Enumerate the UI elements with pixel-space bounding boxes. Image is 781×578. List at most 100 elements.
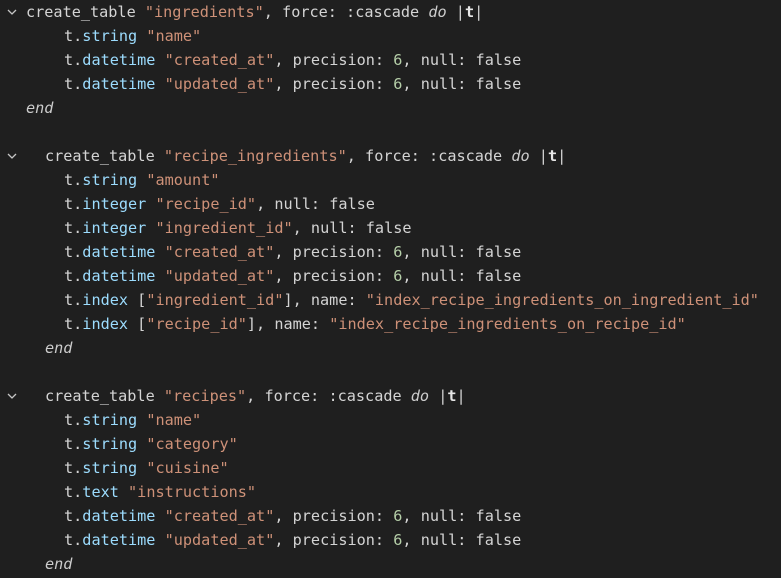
code-text: t.string "name" — [64, 408, 201, 432]
code-token: t — [447, 387, 457, 405]
code-token: null: false — [274, 195, 375, 213]
code-line[interactable]: t.string "name" — [0, 24, 781, 48]
code-line[interactable]: t.datetime "updated_at", precision: 6, n… — [0, 528, 781, 552]
code-line[interactable]: t.text "instructions" — [0, 480, 781, 504]
code-token: [ — [128, 291, 147, 309]
code-token: do — [410, 387, 430, 405]
code-token: null: false — [420, 75, 522, 93]
code-line[interactable]: create_table "recipes", force: :cascade … — [0, 384, 781, 408]
code-token: end — [45, 555, 73, 573]
code-token: string — [82, 411, 138, 429]
code-line[interactable]: t.string "category" — [0, 432, 781, 456]
code-token: end — [26, 99, 54, 117]
code-token: , — [274, 75, 293, 93]
code-line[interactable]: end — [0, 336, 781, 360]
code-line[interactable]: create_table "recipe_ingredients", force… — [0, 144, 781, 168]
code-token: t. — [64, 411, 83, 429]
code-token: "index_recipe_ingredients_on_ingredient_… — [365, 291, 759, 309]
code-line[interactable] — [0, 120, 781, 144]
code-line[interactable]: t.datetime "updated_at", precision: 6, n… — [0, 264, 781, 288]
code-token: , — [402, 243, 421, 261]
code-token: | — [456, 387, 466, 405]
code-token: , — [274, 51, 293, 69]
code-token: null: false — [420, 51, 522, 69]
code-token: | — [446, 3, 465, 21]
chevron-down-icon[interactable] — [6, 384, 18, 408]
code-editor[interactable]: create_table "ingredients", force: :casc… — [0, 0, 781, 578]
code-text: t.index ["ingredient_id"], name: "index_… — [64, 288, 759, 312]
code-line[interactable]: t.integer "recipe_id", null: false — [0, 192, 781, 216]
code-token: "ingredients" — [144, 3, 264, 21]
code-token: , — [274, 267, 293, 285]
code-token: "ingredient_id" — [146, 291, 284, 309]
code-token: , — [256, 195, 275, 213]
code-token: null: false — [420, 243, 522, 261]
code-text: t.string "name" — [64, 24, 201, 48]
code-token: do — [511, 147, 530, 165]
code-line[interactable]: t.string "cuisine" — [0, 456, 781, 480]
code-token: t — [464, 3, 475, 21]
code-token: datetime — [82, 51, 156, 69]
code-token: ], name: — [246, 315, 330, 333]
code-token: "updated_at" — [164, 267, 275, 285]
code-line[interactable]: create_table "ingredients", force: :casc… — [0, 0, 781, 24]
code-token: t. — [64, 195, 83, 213]
chevron-down-icon[interactable] — [6, 0, 18, 24]
code-token: create_table — [26, 3, 145, 21]
code-line[interactable]: t.string "amount" — [0, 168, 781, 192]
code-line[interactable]: t.datetime "created_at", precision: 6, n… — [0, 240, 781, 264]
code-token: string — [82, 171, 138, 189]
code-token: t. — [64, 219, 83, 237]
code-token: t. — [64, 27, 83, 45]
code-token: create_table — [45, 387, 164, 405]
code-line[interactable]: t.datetime "created_at", precision: 6, n… — [0, 504, 781, 528]
code-token: t. — [64, 531, 83, 549]
code-token: , — [274, 531, 293, 549]
code-text: t.integer "ingredient_id", null: false — [64, 216, 412, 240]
code-line[interactable]: t.string "name" — [0, 408, 781, 432]
code-token: t. — [64, 435, 83, 453]
code-token: datetime — [82, 507, 156, 525]
code-token: "name" — [146, 411, 202, 429]
code-token: , — [402, 267, 421, 285]
code-token: precision: — [292, 531, 394, 549]
code-token: | — [529, 147, 548, 165]
code-line[interactable]: t.integer "ingredient_id", null: false — [0, 216, 781, 240]
chevron-down-icon[interactable] — [6, 144, 18, 168]
code-token: null: false — [420, 507, 522, 525]
code-text: end — [45, 336, 72, 360]
code-token: "category" — [146, 435, 238, 453]
code-token: | — [557, 147, 567, 165]
code-token: datetime — [82, 243, 156, 261]
code-token: precision: — [292, 507, 394, 525]
code-token: integer — [82, 195, 147, 213]
code-token: "created_at" — [164, 507, 275, 525]
code-text: end — [45, 552, 72, 576]
code-token: force: :cascade — [264, 387, 411, 405]
code-token: , — [292, 219, 311, 237]
code-token: do — [428, 3, 447, 21]
code-token: | — [429, 387, 448, 405]
code-line[interactable]: t.datetime "created_at", precision: 6, n… — [0, 48, 781, 72]
code-line[interactable]: t.datetime "updated_at", precision: 6, n… — [0, 72, 781, 96]
code-line[interactable]: end — [0, 552, 781, 576]
code-line[interactable]: t.index ["recipe_id"], name: "index_reci… — [0, 312, 781, 336]
code-line[interactable]: t.index ["ingredient_id"], name: "index_… — [0, 288, 781, 312]
code-line[interactable]: end — [0, 96, 781, 120]
code-line[interactable] — [0, 360, 781, 384]
code-token: t. — [64, 315, 83, 333]
code-token: "index_recipe_ingredients_on_recipe_id" — [329, 315, 686, 333]
code-token: index — [82, 291, 129, 309]
code-text: create_table "recipe_ingredients", force… — [45, 144, 566, 168]
code-text: t.string "amount" — [64, 168, 219, 192]
